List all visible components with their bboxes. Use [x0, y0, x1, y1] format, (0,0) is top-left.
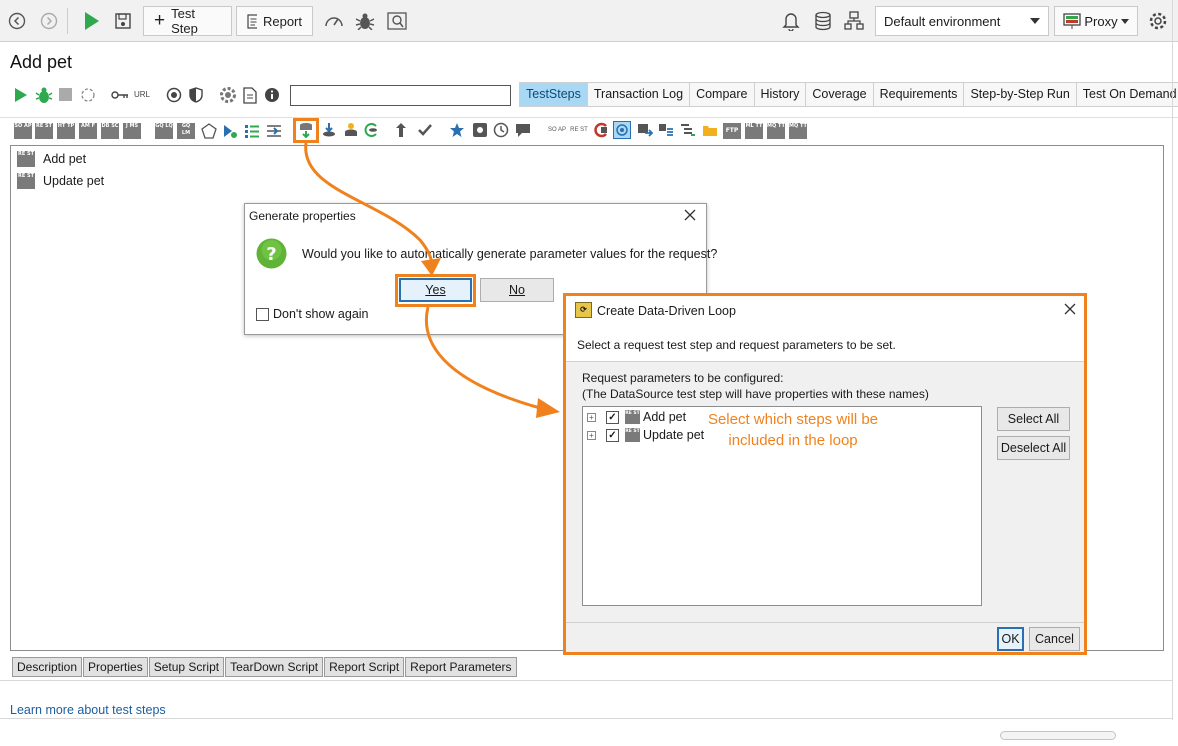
- arrow-yes-to-dialog: [424, 306, 541, 410]
- arrow-toolbar-to-yes: [304, 142, 434, 271]
- arrowhead: [421, 258, 441, 276]
- arrowhead: [536, 398, 560, 418]
- callout-arrows: [304, 142, 560, 418]
